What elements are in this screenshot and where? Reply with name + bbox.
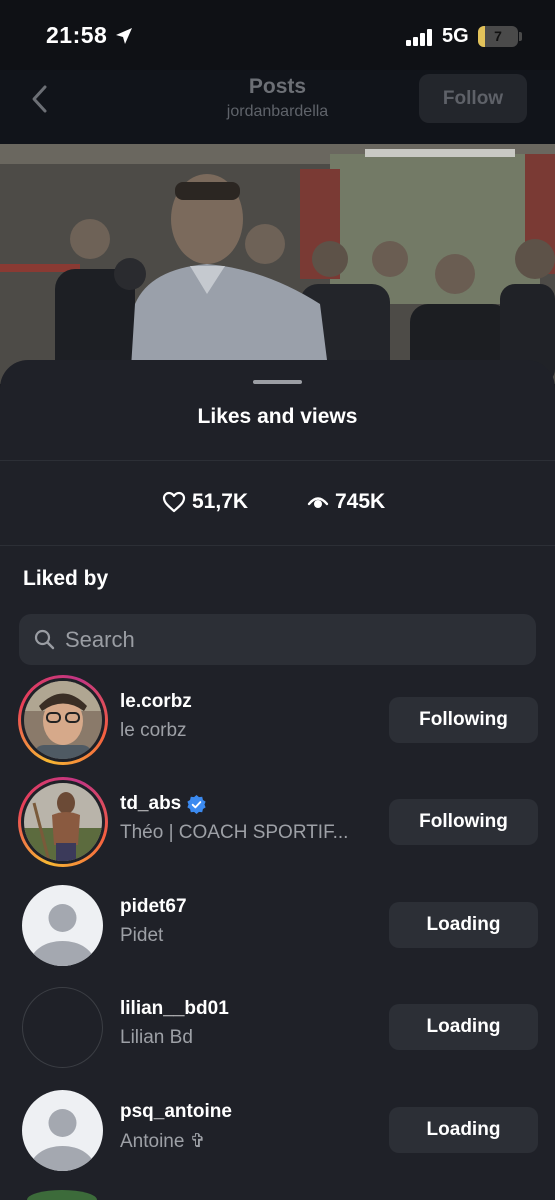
avatar[interactable] bbox=[18, 777, 108, 867]
following-button[interactable]: Following bbox=[389, 697, 538, 743]
sheet-title: Likes and views bbox=[197, 405, 358, 428]
loading-button[interactable]: Loading bbox=[389, 1004, 538, 1050]
full-name: Pidet bbox=[120, 925, 164, 946]
avatar[interactable] bbox=[18, 675, 108, 765]
battery-percent: 7 bbox=[494, 28, 502, 44]
list-item[interactable]: psq_antoine Antoine ✞ Loading bbox=[0, 1085, 555, 1185]
loading-button[interactable]: Loading bbox=[389, 1107, 538, 1153]
person-silhouette-icon bbox=[30, 904, 95, 966]
list-item[interactable]: le.corbz le corbz Following bbox=[0, 675, 555, 775]
status-bar: 21:58 5G 7 bbox=[0, 0, 555, 70]
person-silhouette-icon bbox=[30, 1109, 95, 1171]
divider bbox=[0, 545, 555, 546]
username-text[interactable]: le.corbz bbox=[120, 691, 192, 713]
username[interactable]: psq_antoine bbox=[120, 1101, 232, 1123]
default-avatar-icon[interactable] bbox=[22, 1090, 103, 1171]
search-bar[interactable] bbox=[19, 614, 536, 665]
username[interactable]: pidet67 bbox=[120, 896, 187, 918]
avatar[interactable] bbox=[22, 987, 103, 1068]
username-text[interactable]: lilian__bd01 bbox=[120, 998, 229, 1020]
default-avatar-icon[interactable] bbox=[22, 885, 103, 966]
username-text[interactable]: pidet67 bbox=[120, 896, 187, 918]
avatar-photo bbox=[24, 681, 102, 759]
heart-icon bbox=[162, 491, 186, 513]
verified-badge-icon bbox=[187, 794, 206, 814]
battery-cap bbox=[519, 32, 522, 41]
liked-by-heading: Liked by bbox=[23, 567, 109, 590]
views-count: 745K bbox=[335, 490, 386, 513]
search-icon bbox=[34, 629, 55, 650]
list-item[interactable]: td_abs Théo | COACH SPORTIF... Following bbox=[0, 777, 555, 877]
sheet-drag-handle[interactable] bbox=[253, 380, 302, 384]
location-arrow-icon bbox=[116, 28, 132, 44]
avatar-photo bbox=[24, 783, 102, 861]
list-item[interactable]: lilian__bd01 Lilian Bd Loading bbox=[0, 982, 555, 1082]
likes-count: 51,7K bbox=[192, 490, 249, 513]
eye-icon bbox=[307, 497, 329, 508]
follow-button[interactable]: Follow bbox=[419, 74, 527, 123]
following-button[interactable]: Following bbox=[389, 799, 538, 845]
clock: 21:58 bbox=[46, 22, 108, 48]
list-item[interactable]: pidet67 Pidet Loading bbox=[0, 880, 555, 980]
nav-header: Posts jordanbardella Follow bbox=[0, 70, 555, 144]
network-type: 5G bbox=[442, 25, 469, 47]
username[interactable]: td_abs bbox=[120, 793, 206, 815]
full-name: le corbz bbox=[120, 720, 187, 741]
search-input[interactable] bbox=[65, 614, 525, 665]
username-text[interactable]: td_abs bbox=[120, 793, 181, 815]
username[interactable]: lilian__bd01 bbox=[120, 998, 229, 1020]
divider bbox=[0, 460, 555, 461]
full-name: Lilian Bd bbox=[120, 1027, 193, 1048]
battery-icon: 7 bbox=[478, 26, 518, 47]
cellular-signal-icon bbox=[406, 29, 432, 46]
stats-row: 51,7K 745K bbox=[0, 490, 555, 520]
full-name: Théo | COACH SPORTIF... bbox=[120, 822, 349, 843]
views-stat: 745K bbox=[307, 490, 385, 514]
full-name: Antoine ✞ bbox=[120, 1131, 206, 1152]
video-frame-illustration bbox=[0, 144, 555, 384]
likes-stat: 51,7K bbox=[162, 490, 248, 514]
username-text[interactable]: psq_antoine bbox=[120, 1101, 232, 1123]
username[interactable]: le.corbz bbox=[120, 691, 192, 713]
video-background bbox=[0, 144, 555, 384]
loading-button[interactable]: Loading bbox=[389, 902, 538, 948]
